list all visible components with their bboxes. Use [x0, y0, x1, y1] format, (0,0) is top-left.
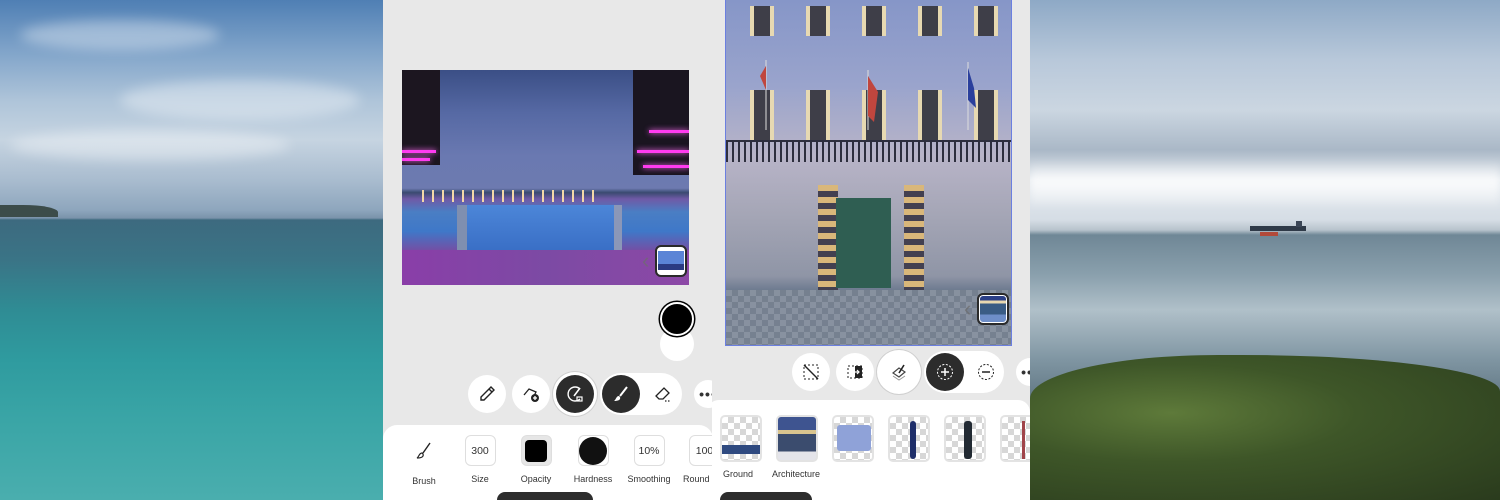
left-toolbar: ••• [468, 373, 713, 415]
brush-type-setting[interactable]: Brush [394, 435, 454, 486]
deselect-button[interactable] [792, 353, 830, 391]
eraser-button[interactable] [646, 375, 680, 413]
layer-label-architecture: Architecture [772, 469, 821, 479]
thumbnail-navigator[interactable]: ‹ [642, 245, 688, 277]
invert-selection-button[interactable] [836, 353, 874, 391]
eyedropper-icon [480, 386, 495, 401]
bottom-action-bar[interactable] [720, 492, 812, 500]
composite-screenshot: ‹ ••• [0, 0, 1500, 500]
layers-sheet: Ground Architecture [712, 400, 1030, 500]
roundness-setting[interactable]: 100 Round [675, 435, 713, 484]
selection-subtract-icon [978, 364, 994, 380]
brush-icon [416, 442, 431, 459]
navigator-thumbnail[interactable] [655, 245, 688, 277]
brush-button[interactable] [602, 375, 640, 413]
hardness-label: Hardness [573, 474, 613, 484]
layer-thumbnail-person-1[interactable] [888, 415, 930, 462]
smoothing-value[interactable]: 10% [633, 435, 665, 466]
roundness-value[interactable]: 100 [689, 435, 713, 466]
brush-settings-sheet: Brush 300 Size Opacity Hardness 10% Smoo… [383, 425, 713, 500]
eyedropper-button[interactable] [468, 375, 506, 413]
chevron-left-icon[interactable]: ‹ [642, 250, 649, 272]
smoothing-label: Smoothing [627, 474, 671, 484]
more-options-button[interactable]: ••• [1016, 358, 1030, 386]
roundness-label: Round [683, 474, 710, 484]
brush-label: Brush [412, 476, 436, 486]
eraser-icon [655, 387, 670, 402]
navigator-thumbnail[interactable] [977, 293, 1010, 325]
background-sea-photo-right [1030, 0, 1500, 500]
foreground-color-swatch[interactable] [660, 302, 694, 336]
layer-thumbnail-flag[interactable] [1000, 415, 1030, 462]
size-label: Size [471, 474, 489, 484]
flags [760, 60, 976, 130]
chevron-left-icon[interactable]: ‹ [964, 298, 971, 320]
selection-mode-group [924, 351, 1004, 393]
more-options-button[interactable]: ••• [694, 380, 713, 408]
ship-icon [1250, 221, 1306, 236]
size-value[interactable]: 300 [464, 435, 496, 466]
add-to-selection-button[interactable] [926, 353, 964, 391]
opacity-label: Opacity [520, 474, 552, 484]
layer-thumbnail-ground[interactable] [720, 415, 762, 462]
refine-edge-button[interactable] [880, 353, 918, 391]
refine-edge-icon [891, 364, 907, 381]
opacity-swatch [525, 439, 547, 462]
refine-brush-icon [567, 386, 583, 402]
refine-brush-button[interactable] [556, 375, 594, 413]
smoothing-setting[interactable]: 10% Smoothing [619, 435, 679, 484]
cloud-add-button[interactable] [512, 375, 550, 413]
invert-selection-icon [847, 365, 863, 379]
thumbnail-navigator[interactable]: ‹ [964, 293, 1010, 325]
background-sea-photo-left [0, 0, 385, 500]
right-toolbar: ••• [792, 351, 1030, 393]
hardness-swatch [579, 436, 607, 465]
deselect-icon [803, 364, 819, 380]
layer-thumbnail-architecture[interactable] [776, 415, 818, 462]
subtract-from-selection-button[interactable] [970, 353, 1002, 391]
layer-thumbnail-person-2[interactable] [944, 415, 986, 462]
layer-label-ground: Ground [723, 469, 754, 479]
hardness-setting[interactable]: Hardness [563, 435, 623, 484]
brush-eraser-group [600, 373, 682, 415]
right-app-screen: ‹ ••• [712, 0, 1030, 500]
layer-thumbnail-facade[interactable] [832, 415, 874, 462]
selection-add-icon [937, 364, 953, 380]
bottom-action-bar[interactable] [497, 492, 593, 500]
size-setting[interactable]: 300 Size [450, 435, 510, 484]
opacity-setting[interactable]: Opacity [506, 435, 566, 484]
left-app-screen: ‹ ••• [383, 0, 713, 500]
cloud-add-icon [523, 388, 539, 402]
brush-icon [614, 386, 628, 401]
